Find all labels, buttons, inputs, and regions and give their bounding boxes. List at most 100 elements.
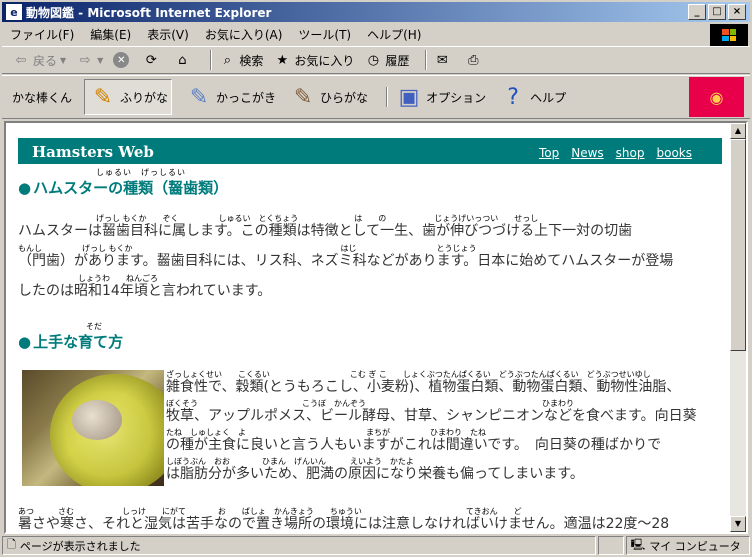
options-button[interactable]: ▣ オプション <box>394 82 486 112</box>
section-heading-care: ● 上手な育て方 <box>18 331 123 352</box>
search-icon: ⌕ <box>223 52 231 68</box>
status-text-panel: 🗋 ページが表示されました <box>2 536 596 555</box>
history-label: 履歴 <box>385 53 410 68</box>
print-button[interactable]: ⎙ <box>464 51 485 69</box>
paragraph-line: （門歯）があります。齧歯目科には、リス科、ネズミ科などがあります。日本に始めてハ… <box>18 253 674 269</box>
toolbar-separator <box>386 87 389 107</box>
title-bar: e 動物図鑑 - Microsoft Internet Explorer _ □… <box>2 2 750 22</box>
brand-icon: ◉ <box>709 87 724 107</box>
windows-logo-icon <box>710 24 748 46</box>
back-button[interactable]: ⇦ 戻る ▼ <box>12 51 67 69</box>
menu-favorites[interactable]: お気に入り(A) <box>205 26 283 43</box>
status-text: ページが表示されました <box>19 539 141 553</box>
nav-shop-link[interactable]: shop <box>616 146 645 160</box>
close-button[interactable]: × <box>728 4 746 20</box>
site-banner: Hamsters Web Top News shop books <box>18 138 722 164</box>
page-content: Hamsters Web Top News shop books しゅるい げっ… <box>6 123 732 532</box>
nav-news-link[interactable]: News <box>571 146 603 160</box>
maximize-button[interactable]: □ <box>708 4 726 20</box>
minimize-button[interactable]: _ <box>688 4 706 20</box>
computer-icon: 🖳 <box>630 538 646 551</box>
forward-arrow-icon: ⇨ <box>79 52 91 68</box>
browser-viewport[interactable]: Hamsters Web Top News shop books しゅるい げっ… <box>4 121 748 534</box>
section-heading-text: ハムスターの種類（齧歯類） <box>33 179 229 197</box>
window-controls: _ □ × <box>686 4 746 20</box>
hiragana-label: ひらがな <box>320 90 369 105</box>
bullet-icon: ● <box>18 179 32 197</box>
favorites-label: お気に入り <box>294 53 355 68</box>
furigana-label: ふりがな <box>120 90 169 105</box>
search-label: 検索 <box>239 53 264 68</box>
ruby-toolbar-label: かな棒くん <box>12 90 73 105</box>
stop-button[interactable]: ✕ <box>113 52 132 68</box>
pencil-icon: ✎ <box>189 84 209 110</box>
paragraph-line: 暑さや寒さ、それと湿気は苦手なので置き場所の環境には注意しなければいけません。適… <box>18 516 670 532</box>
menu-edit[interactable]: 編集(E) <box>90 26 131 43</box>
hamster-photo <box>22 370 164 486</box>
kakkogaki-label: かっこがき <box>216 90 277 105</box>
section-heading-text: 上手な育て方 <box>33 333 124 351</box>
hamster-image <box>72 400 122 440</box>
standard-toolbar: ⇦ 戻る ▼ ⇨ ▼ ✕ ⟳ ⌂ ⌕ 検索 ★ お気に入り ◷ 履歴 ✉ ⎙ <box>2 46 750 74</box>
menu-view[interactable]: 表示(V) <box>147 26 189 43</box>
gift-icon: ▣ <box>398 84 420 110</box>
back-arrow-icon: ⇦ <box>15 52 27 68</box>
help-button[interactable]: ? ヘルプ <box>498 82 566 112</box>
menu-tools[interactable]: ツール(T) <box>298 26 351 43</box>
stop-icon: ✕ <box>113 52 130 68</box>
page-icon: 🗋 <box>7 538 16 551</box>
favorites-icon: ★ <box>276 52 289 68</box>
zone-panel: 🖳 マイ コンピュータ <box>625 536 750 555</box>
paragraph-line: ハムスターは齧歯目科に属します。この種類は特徴として一生、歯が伸びつづける上下一… <box>18 223 633 239</box>
mail-icon: ✉ <box>436 52 448 68</box>
kakkogaki-button[interactable]: ✎ かっこがき <box>184 82 276 112</box>
menu-file[interactable]: ファイル(F) <box>10 26 74 43</box>
paragraph-line: は脂肪分が多いため、肥満の原因になり栄養も偏ってしまいます。 <box>166 466 584 482</box>
mail-button[interactable]: ✉ <box>433 51 454 69</box>
refresh-icon: ⟳ <box>145 52 157 68</box>
section-heading-types: ● ハムスターの種類（齧歯類） <box>18 177 228 198</box>
toolbar-separator <box>425 50 428 70</box>
help-icon: ? <box>507 84 519 110</box>
site-nav: Top News shop books <box>539 146 692 160</box>
back-label: 戻る <box>33 53 58 68</box>
pencil-icon: ✎ <box>293 84 313 110</box>
search-button[interactable]: ⌕ 検索 <box>218 51 264 69</box>
help-label: ヘルプ <box>530 90 567 105</box>
paragraph-line: 牧草、アップルポメス、ビール酵母、甘草、シャンピニオンなどを食べます。向日葵 <box>166 408 697 424</box>
history-icon: ◷ <box>367 52 380 68</box>
scroll-thumb[interactable] <box>730 139 746 351</box>
paragraph-line: したのは昭和14年頃と言われています。 <box>18 283 272 299</box>
refresh-button[interactable]: ⟳ <box>142 51 163 69</box>
nav-top-link[interactable]: Top <box>539 146 559 160</box>
print-icon: ⎙ <box>468 52 479 68</box>
chevron-down-icon: ▼ <box>97 55 104 65</box>
toolbar-separator <box>210 50 213 70</box>
scroll-up-icon[interactable]: ▲ <box>730 123 746 139</box>
home-button[interactable]: ⌂ <box>173 51 194 69</box>
pencil-icon: ✎ <box>93 84 113 110</box>
scroll-down-icon[interactable]: ▼ <box>730 516 746 532</box>
history-button[interactable]: ◷ 履歴 <box>364 51 410 69</box>
chevron-down-icon: ▼ <box>60 55 67 65</box>
zone-text: マイ コンピュータ <box>649 539 741 553</box>
favorites-button[interactable]: ★ お気に入り <box>273 51 355 69</box>
window-title: 動物図鑑 - Microsoft Internet Explorer <box>26 5 272 20</box>
ruby-toolbar: かな棒くん ✎ ふりがな ✎ かっこがき ✎ ひらがな ▣ オプション ? ヘル… <box>2 75 750 119</box>
hiragana-button[interactable]: ✎ ひらがな <box>288 82 368 112</box>
forward-button[interactable]: ⇨ ▼ <box>76 51 104 69</box>
ie-window: e 動物図鑑 - Microsoft Internet Explorer _ □… <box>0 0 752 557</box>
site-title: Hamsters Web <box>32 143 154 161</box>
menu-bar: ファイル(F) 編集(E) 表示(V) お気に入り(A) ツール(T) ヘルプ(… <box>2 24 702 44</box>
ie-icon: e <box>5 3 23 21</box>
status-blank-panel <box>597 536 624 555</box>
furigana-button[interactable]: ✎ ふりがな <box>84 79 173 115</box>
paragraph-line: の種が主食に良いと言う人もいますがこれは間違いです。 向日葵の種ばかりで <box>166 437 662 453</box>
status-bar: 🗋 ページが表示されました 🖳 マイ コンピュータ <box>2 536 750 555</box>
nav-books-link[interactable]: books <box>656 146 692 160</box>
menu-help[interactable]: ヘルプ(H) <box>367 26 421 43</box>
vertical-scrollbar[interactable]: ▲ ▼ <box>730 123 746 532</box>
bullet-icon: ● <box>18 333 32 351</box>
options-label: オプション <box>426 90 487 105</box>
brand-logo: ◉ <box>689 77 744 117</box>
